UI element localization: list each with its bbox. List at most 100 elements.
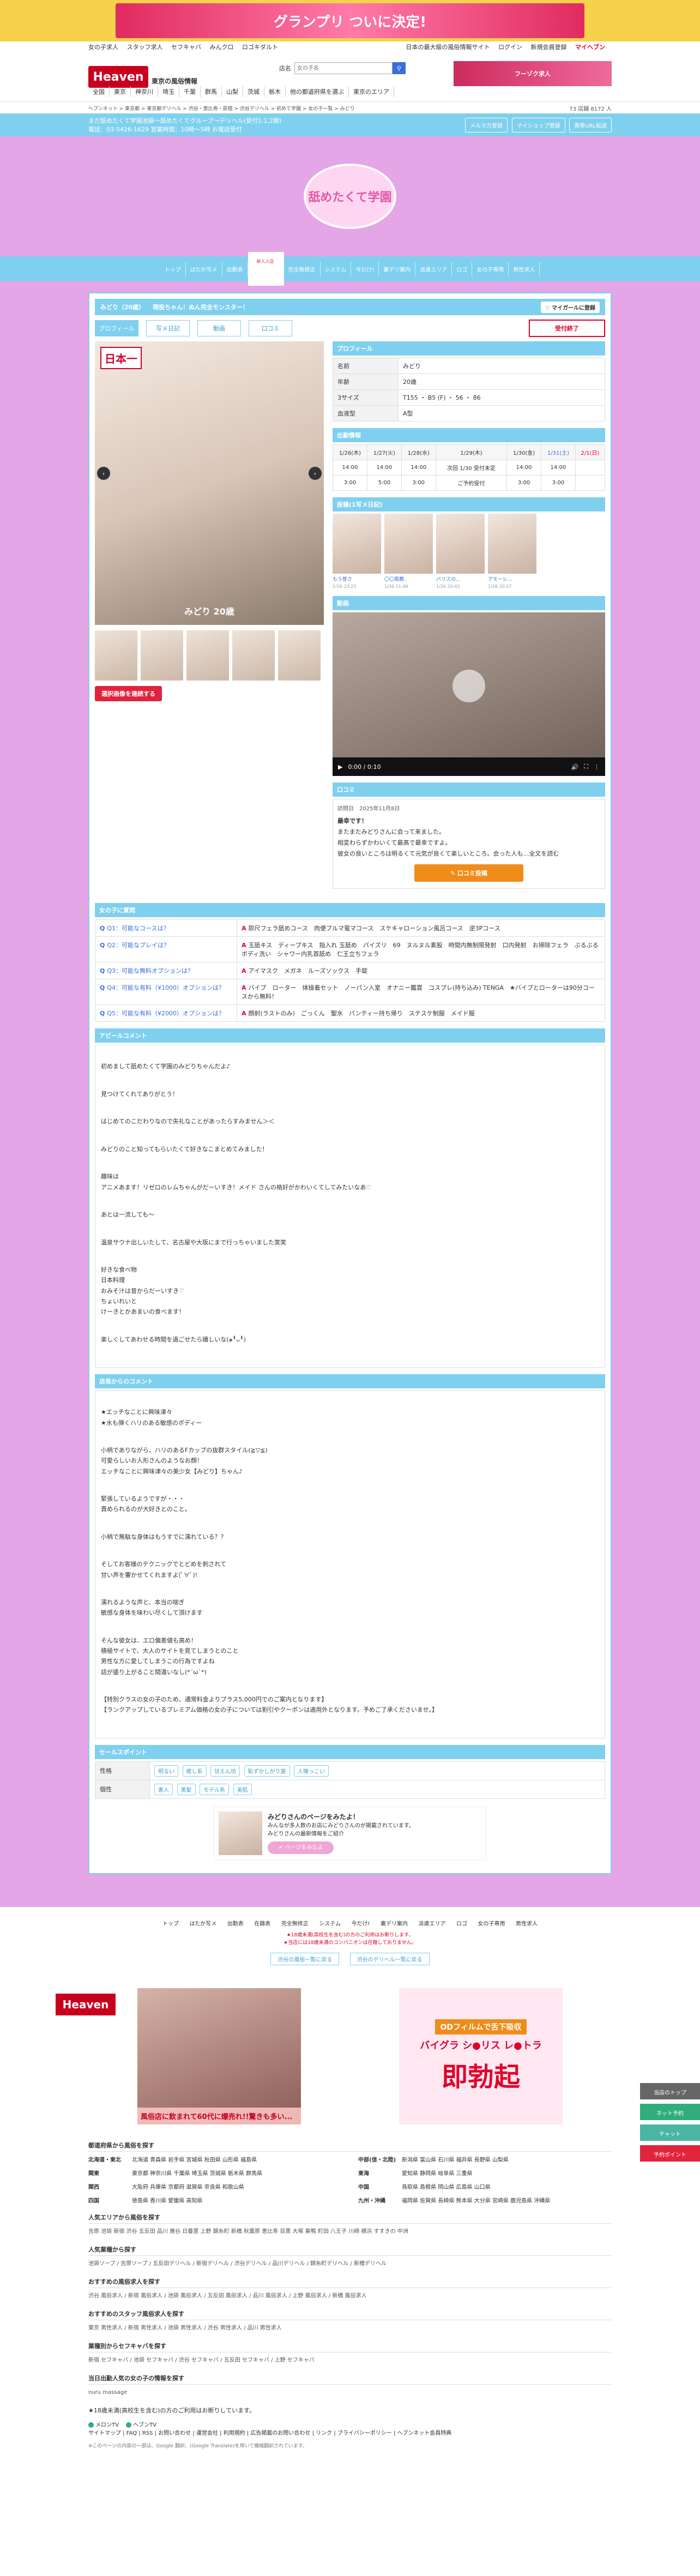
footer-links[interactable]: 吉原 池袋 新宿 渋谷 五反田 品川 鶯谷 日暮里 上野 錦糸町 新橋 秋葉原 … <box>88 2227 612 2236</box>
footer-brand[interactable]: メロンTV <box>88 2422 119 2428</box>
shop-nav-item[interactable]: システム <box>321 261 352 276</box>
foot-nav-item[interactable]: 今だけ! <box>352 1919 370 1927</box>
diary-post[interactable]: もう昔さ 1/26 23:25 <box>333 514 381 589</box>
photo-thumb[interactable] <box>186 630 229 681</box>
photo-thumb[interactable] <box>232 630 275 681</box>
foot-nav-item[interactable]: はたか写メ <box>189 1919 216 1927</box>
foot-nav-item[interactable]: ロゴ <box>456 1919 467 1927</box>
shop-nav-item[interactable]: 裏デリ案内 <box>379 261 416 276</box>
volume-icon[interactable]: 🔊 <box>571 763 579 771</box>
shop-nav-item[interactable]: 派遣エリア <box>415 261 452 276</box>
fullscreen-icon[interactable]: ⛶ <box>584 763 588 771</box>
sales-tag[interactable]: モデル系 <box>200 1783 229 1795</box>
ad-banner-left[interactable]: Heaven 風俗店に飲まれて60代に爆売れ!!驚きも多い... <box>56 1988 301 2124</box>
footer-link[interactable]: リンク <box>316 2430 332 2436</box>
shop-nav-item[interactable]: 今だけ! <box>351 261 379 276</box>
area-item[interactable]: 埼玉 <box>158 86 179 97</box>
foot-nav-item[interactable]: システム <box>319 1919 341 1927</box>
sales-tag[interactable]: 甘えん坊 <box>210 1765 240 1777</box>
sales-tag[interactable]: 素人 <box>154 1783 173 1795</box>
diary-post[interactable]: 〇〇風蘭.. 1/26 21:46 <box>384 514 433 589</box>
footer-pref-links[interactable]: 北海道 青森県 岩手県 宮城県 秋田県 山形県 福島県 <box>132 2155 257 2163</box>
back-to-list-link[interactable]: 渋谷のデリヘル一覧に戻る <box>349 1952 430 1965</box>
area-item[interactable]: 神奈川 <box>131 86 158 97</box>
myshop-button[interactable]: マイショップ登録 <box>511 117 565 133</box>
area-item[interactable]: 千葉 <box>179 86 201 97</box>
ad-banner-right[interactable]: ODフィルムで舌下吸収 バイグラ シ●リス レ●トラ 即勃起 <box>399 1988 563 2124</box>
footer-link[interactable]: 広告掲載のお問い合わせ <box>250 2430 310 2436</box>
shop-nav-item[interactable]: 男性求人 <box>509 261 540 276</box>
shop-top-float[interactable]: 当店のトップ <box>640 2083 700 2099</box>
footer-link[interactable]: FAQ <box>126 2430 137 2436</box>
footer-links[interactable]: 池袋ソープ / 吉原ソープ / 五反田デリヘル / 新宿デリヘル / 渋谷デリヘ… <box>88 2259 612 2268</box>
footer-link[interactable]: RSS <box>142 2430 153 2436</box>
shop-logo[interactable]: 舐めたくて学園 <box>304 164 396 229</box>
photo-thumb[interactable] <box>95 630 137 681</box>
shop-nav-item[interactable]: はたか写メ <box>186 261 222 276</box>
myheaven-link[interactable]: マイヘブン <box>575 43 605 51</box>
shop-nav-item[interactable]: トップ <box>160 261 186 276</box>
sales-tag[interactable]: 癒し系 <box>182 1765 207 1777</box>
mailmag-button[interactable]: メルマガ登録 <box>465 117 508 133</box>
footer-links[interactable]: 東京 男性求人 / 新宿 男性求人 / 池袋 男性求人 / 渋谷 男性求人 / … <box>88 2324 612 2333</box>
top-link[interactable]: スタッフ求人 <box>127 43 163 51</box>
foot-nav-item[interactable]: 女の子専用 <box>478 1919 505 1927</box>
sales-tag[interactable]: 人懐っこい <box>294 1765 329 1777</box>
top-link[interactable]: みんクロ <box>210 43 234 51</box>
site-logo[interactable]: Heaven <box>88 66 148 88</box>
play-icon[interactable] <box>452 670 485 702</box>
shop-nav-item[interactable]: 女の子専用 <box>472 261 509 276</box>
header-ad[interactable]: フーゾク求人 <box>454 61 612 86</box>
shop-nav-item[interactable]: 完全無修正 <box>284 261 321 276</box>
diary-post[interactable]: バリスの... 1/26 20:43 <box>436 514 485 589</box>
search-button[interactable]: ⚲ <box>393 62 406 74</box>
footer-pref-links[interactable]: 福岡県 佐賀県 長崎県 熊本県 大分県 宮崎県 鹿児島県 沖縄県 <box>402 2196 550 2204</box>
chat-float[interactable]: チャット <box>640 2124 700 2141</box>
video-player[interactable]: ▶ 0:00 / 0:10 🔊 ⛶ ⋮ <box>333 612 605 776</box>
fav-button[interactable]: ♡ マイガールに登録 <box>540 301 600 313</box>
footer-link[interactable]: ヘブンネット会員特典 <box>397 2430 451 2436</box>
post-review-button[interactable]: ✎ 口コミ投稿 <box>414 864 523 882</box>
play-button-icon[interactable]: ▶ <box>338 763 342 771</box>
foot-nav-item[interactable]: 完全無修正 <box>281 1919 309 1927</box>
reserve-point-float[interactable]: 予約ポイント <box>640 2145 700 2162</box>
photo-thumb[interactable] <box>141 630 183 681</box>
sales-tag[interactable]: 恥ずかしがり屋 <box>244 1765 290 1777</box>
foot-nav-item[interactable]: 在籍表 <box>254 1919 270 1927</box>
breadcrumb[interactable]: ヘブンネット > 東京都 > 東京都デリヘル > 渋谷・恵比寿・原宿 > 渋谷デ… <box>88 105 355 112</box>
footer-links[interactable]: nuru massage <box>88 2388 612 2397</box>
tab-diary[interactable]: 写メ日記 <box>146 320 190 336</box>
next-arrow-icon[interactable]: › <box>309 467 322 480</box>
footer-pref-links[interactable]: 徳島県 香川県 愛媛県 高知県 <box>132 2196 203 2204</box>
photo-thumb[interactable] <box>278 630 321 681</box>
foot-nav-item[interactable]: トップ <box>162 1919 179 1927</box>
area-item[interactable]: 栃木 <box>264 86 286 97</box>
top-banner-ad[interactable]: グランプリ ついに決定! <box>116 3 584 38</box>
footer-links[interactable]: 渋谷 風俗求人 / 新宿 風俗求人 / 池袋 風俗求人 / 五反田 風俗求人 /… <box>88 2291 612 2301</box>
top-link[interactable]: セフキャバ <box>171 43 201 51</box>
area-item[interactable]: 東京のエリア <box>349 86 394 97</box>
sales-tag[interactable]: 黒髪 <box>177 1783 196 1795</box>
footer-link[interactable]: 利用規約 <box>224 2430 245 2436</box>
shop-nav-item[interactable]: ロゴ <box>452 261 473 276</box>
footer-brand[interactable]: ヘブンTV <box>126 2422 156 2428</box>
top-link[interactable]: 女の子求人 <box>88 43 118 51</box>
search-input[interactable] <box>294 62 393 74</box>
footer-pref-links[interactable]: 鳥取県 島根県 岡山県 広島県 山口県 <box>402 2182 491 2190</box>
area-item[interactable]: 群馬 <box>201 86 222 97</box>
footer-link[interactable]: サイトマップ <box>88 2430 121 2436</box>
slideshow-button[interactable]: 選択画像を連続する <box>95 686 162 701</box>
shop-nav-item[interactable]: 出勤表 <box>222 261 248 276</box>
area-item[interactable]: 全国 <box>88 86 110 97</box>
login-link[interactable]: ログイン <box>498 43 522 51</box>
top-banner[interactable]: グランプリ ついに決定! <box>0 0 700 41</box>
area-item[interactable]: 他の都道府県を選ぶ <box>286 86 349 97</box>
area-item[interactable]: 山梨 <box>222 86 243 97</box>
footer-link[interactable]: プライバシーポリシー <box>337 2430 392 2436</box>
sales-tag[interactable]: 美肌 <box>233 1783 252 1795</box>
footer-pref-links[interactable]: 大阪府 兵庫県 京都府 滋賀県 奈良県 和歌山県 <box>132 2182 244 2190</box>
foot-nav-item[interactable]: 出勤表 <box>227 1919 244 1927</box>
tab-profile[interactable]: プロフィール <box>95 320 138 336</box>
net-reserve-float[interactable]: ネット予約 <box>640 2104 700 2120</box>
more-icon[interactable]: ⋮ <box>594 763 600 771</box>
